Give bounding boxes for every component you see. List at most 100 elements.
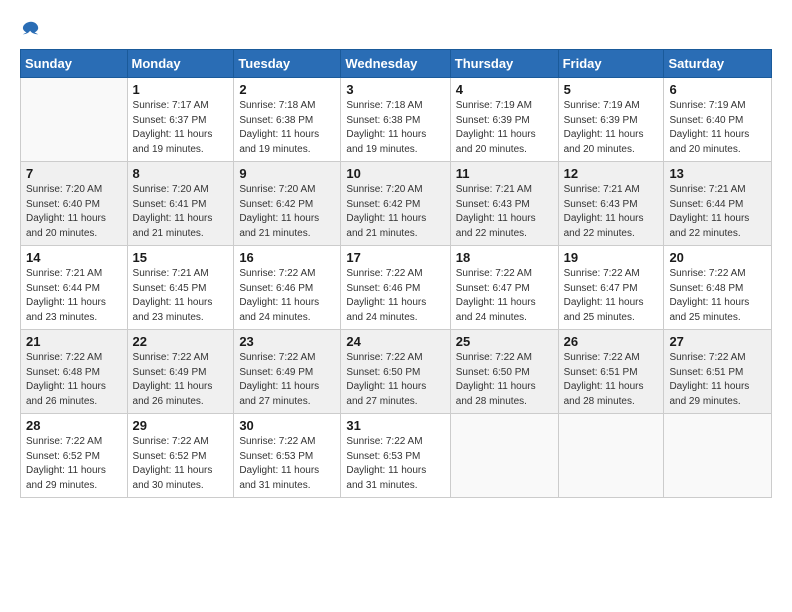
day-info: Sunrise: 7:22 AM Sunset: 6:53 PM Dayligh… — [346, 435, 444, 493]
day-number: 23 — [239, 334, 335, 349]
header — [20, 16, 772, 39]
calendar-cell: 20Sunrise: 7:22 AM Sunset: 6:48 PM Dayli… — [664, 246, 772, 330]
calendar-cell: 13Sunrise: 7:21 AM Sunset: 6:44 PM Dayli… — [664, 162, 772, 246]
calendar-cell: 22Sunrise: 7:22 AM Sunset: 6:49 PM Dayli… — [127, 330, 234, 414]
day-number: 5 — [564, 82, 659, 97]
day-info: Sunrise: 7:20 AM Sunset: 6:42 PM Dayligh… — [239, 183, 335, 241]
calendar-cell: 4 Sunrise: 7:19 AM Sunset: 6:39 PM Daylig… — [450, 78, 558, 162]
day-info: Sunrise: 7:22 AM Sunset: 6:46 PM Dayligh… — [239, 267, 335, 325]
calendar-week-2: 7 Sunrise: 7:20 AM Sunset: 6:40 PM Daylig… — [21, 162, 772, 246]
calendar-cell: 16 Sunrise: 7:22 AM Sunset: 6:46 PM Dayli… — [234, 246, 341, 330]
day-number: 29 — [133, 418, 229, 433]
calendar-week-4: 21 Sunrise: 7:22 AM Sunset: 6:48 PM Dayli… — [21, 330, 772, 414]
day-info: Sunrise: 7:22 AM Sunset: 6:52 PM Dayligh… — [133, 435, 229, 493]
day-number: 10 — [346, 166, 444, 181]
day-info: Sunrise: 7:19 AM Sunset: 6:40 PM Dayligh… — [669, 99, 766, 157]
day-info: Sunrise: 7:22 AM Sunset: 6:51 PM Dayligh… — [564, 351, 659, 409]
day-number: 1 — [133, 82, 229, 97]
weekday-header-monday: Monday — [127, 50, 234, 78]
day-number: 7 — [26, 166, 122, 181]
day-number: 30 — [239, 418, 335, 433]
weekday-header-friday: Friday — [558, 50, 664, 78]
day-number: 24 — [346, 334, 444, 349]
day-number: 27 — [669, 334, 766, 349]
calendar-cell: 24Sunrise: 7:22 AM Sunset: 6:50 PM Dayli… — [341, 330, 450, 414]
page: SundayMondayTuesdayWednesdayThursdayFrid… — [0, 0, 792, 612]
day-info: Sunrise: 7:21 AM Sunset: 6:45 PM Dayligh… — [133, 267, 229, 325]
day-number: 16 — [239, 250, 335, 265]
calendar-cell — [450, 414, 558, 498]
calendar-cell: 5 Sunrise: 7:19 AM Sunset: 6:39 PM Daylig… — [558, 78, 664, 162]
day-info: Sunrise: 7:22 AM Sunset: 6:49 PM Dayligh… — [239, 351, 335, 409]
day-info: Sunrise: 7:22 AM Sunset: 6:48 PM Dayligh… — [26, 351, 122, 409]
calendar-cell: 12 Sunrise: 7:21 AM Sunset: 6:43 PM Dayli… — [558, 162, 664, 246]
weekday-header-saturday: Saturday — [664, 50, 772, 78]
calendar-cell: 7 Sunrise: 7:20 AM Sunset: 6:40 PM Daylig… — [21, 162, 128, 246]
calendar-cell: 10 Sunrise: 7:20 AM Sunset: 6:42 PM Dayli… — [341, 162, 450, 246]
day-info: Sunrise: 7:17 AM Sunset: 6:37 PM Dayligh… — [133, 99, 229, 157]
day-number: 21 — [26, 334, 122, 349]
calendar-cell: 30 Sunrise: 7:22 AM Sunset: 6:53 PM Dayli… — [234, 414, 341, 498]
calendar-cell: 17Sunrise: 7:22 AM Sunset: 6:46 PM Dayli… — [341, 246, 450, 330]
day-info: Sunrise: 7:21 AM Sunset: 6:43 PM Dayligh… — [564, 183, 659, 241]
calendar-cell: 18Sunrise: 7:22 AM Sunset: 6:47 PM Dayli… — [450, 246, 558, 330]
weekday-header-thursday: Thursday — [450, 50, 558, 78]
calendar-week-1: 1 Sunrise: 7:17 AM Sunset: 6:37 PM Daylig… — [21, 78, 772, 162]
calendar-cell: 26 Sunrise: 7:22 AM Sunset: 6:51 PM Dayli… — [558, 330, 664, 414]
day-info: Sunrise: 7:20 AM Sunset: 6:40 PM Dayligh… — [26, 183, 122, 241]
day-info: Sunrise: 7:20 AM Sunset: 6:42 PM Dayligh… — [346, 183, 444, 241]
day-info: Sunrise: 7:22 AM Sunset: 6:47 PM Dayligh… — [564, 267, 659, 325]
day-number: 12 — [564, 166, 659, 181]
day-number: 6 — [669, 82, 766, 97]
calendar-cell: 15Sunrise: 7:21 AM Sunset: 6:45 PM Dayli… — [127, 246, 234, 330]
day-info: Sunrise: 7:19 AM Sunset: 6:39 PM Dayligh… — [564, 99, 659, 157]
day-info: Sunrise: 7:18 AM Sunset: 6:38 PM Dayligh… — [239, 99, 335, 157]
day-info: Sunrise: 7:20 AM Sunset: 6:41 PM Dayligh… — [133, 183, 229, 241]
logo-bird-icon — [22, 19, 40, 37]
day-number: 28 — [26, 418, 122, 433]
day-info: Sunrise: 7:22 AM Sunset: 6:51 PM Dayligh… — [669, 351, 766, 409]
calendar-cell: 6 Sunrise: 7:19 AM Sunset: 6:40 PM Daylig… — [664, 78, 772, 162]
weekday-header-tuesday: Tuesday — [234, 50, 341, 78]
day-number: 19 — [564, 250, 659, 265]
day-number: 9 — [239, 166, 335, 181]
day-number: 4 — [456, 82, 553, 97]
day-number: 8 — [133, 166, 229, 181]
day-info: Sunrise: 7:22 AM Sunset: 6:50 PM Dayligh… — [456, 351, 553, 409]
calendar-cell: 9 Sunrise: 7:20 AM Sunset: 6:42 PM Daylig… — [234, 162, 341, 246]
calendar-cell: 31Sunrise: 7:22 AM Sunset: 6:53 PM Dayli… — [341, 414, 450, 498]
day-number: 3 — [346, 82, 444, 97]
day-number: 17 — [346, 250, 444, 265]
day-number: 2 — [239, 82, 335, 97]
calendar-cell: 29 Sunrise: 7:22 AM Sunset: 6:52 PM Dayli… — [127, 414, 234, 498]
logo-text — [20, 16, 40, 39]
calendar-table: SundayMondayTuesdayWednesdayThursdayFrid… — [20, 49, 772, 498]
calendar-cell: 19 Sunrise: 7:22 AM Sunset: 6:47 PM Dayli… — [558, 246, 664, 330]
day-info: Sunrise: 7:22 AM Sunset: 6:48 PM Dayligh… — [669, 267, 766, 325]
day-info: Sunrise: 7:21 AM Sunset: 6:43 PM Dayligh… — [456, 183, 553, 241]
day-number: 26 — [564, 334, 659, 349]
calendar-cell — [21, 78, 128, 162]
calendar-cell: 14Sunrise: 7:21 AM Sunset: 6:44 PM Dayli… — [21, 246, 128, 330]
calendar-cell: 8 Sunrise: 7:20 AM Sunset: 6:41 PM Daylig… — [127, 162, 234, 246]
day-number: 11 — [456, 166, 553, 181]
calendar-cell: 23 Sunrise: 7:22 AM Sunset: 6:49 PM Dayli… — [234, 330, 341, 414]
day-number: 25 — [456, 334, 553, 349]
calendar-cell: 1 Sunrise: 7:17 AM Sunset: 6:37 PM Daylig… — [127, 78, 234, 162]
day-info: Sunrise: 7:22 AM Sunset: 6:49 PM Dayligh… — [133, 351, 229, 409]
calendar-cell: 25 Sunrise: 7:22 AM Sunset: 6:50 PM Dayli… — [450, 330, 558, 414]
calendar-week-3: 14Sunrise: 7:21 AM Sunset: 6:44 PM Dayli… — [21, 246, 772, 330]
calendar-header-row: SundayMondayTuesdayWednesdayThursdayFrid… — [21, 50, 772, 78]
day-info: Sunrise: 7:19 AM Sunset: 6:39 PM Dayligh… — [456, 99, 553, 157]
day-number: 14 — [26, 250, 122, 265]
day-number: 13 — [669, 166, 766, 181]
calendar-cell: 2 Sunrise: 7:18 AM Sunset: 6:38 PM Daylig… — [234, 78, 341, 162]
day-info: Sunrise: 7:22 AM Sunset: 6:53 PM Dayligh… — [239, 435, 335, 493]
weekday-header-sunday: Sunday — [21, 50, 128, 78]
calendar-week-5: 28 Sunrise: 7:22 AM Sunset: 6:52 PM Dayli… — [21, 414, 772, 498]
day-info: Sunrise: 7:22 AM Sunset: 6:52 PM Dayligh… — [26, 435, 122, 493]
day-info: Sunrise: 7:18 AM Sunset: 6:38 PM Dayligh… — [346, 99, 444, 157]
day-number: 18 — [456, 250, 553, 265]
logo — [20, 16, 40, 39]
calendar-cell: 27 Sunrise: 7:22 AM Sunset: 6:51 PM Dayli… — [664, 330, 772, 414]
